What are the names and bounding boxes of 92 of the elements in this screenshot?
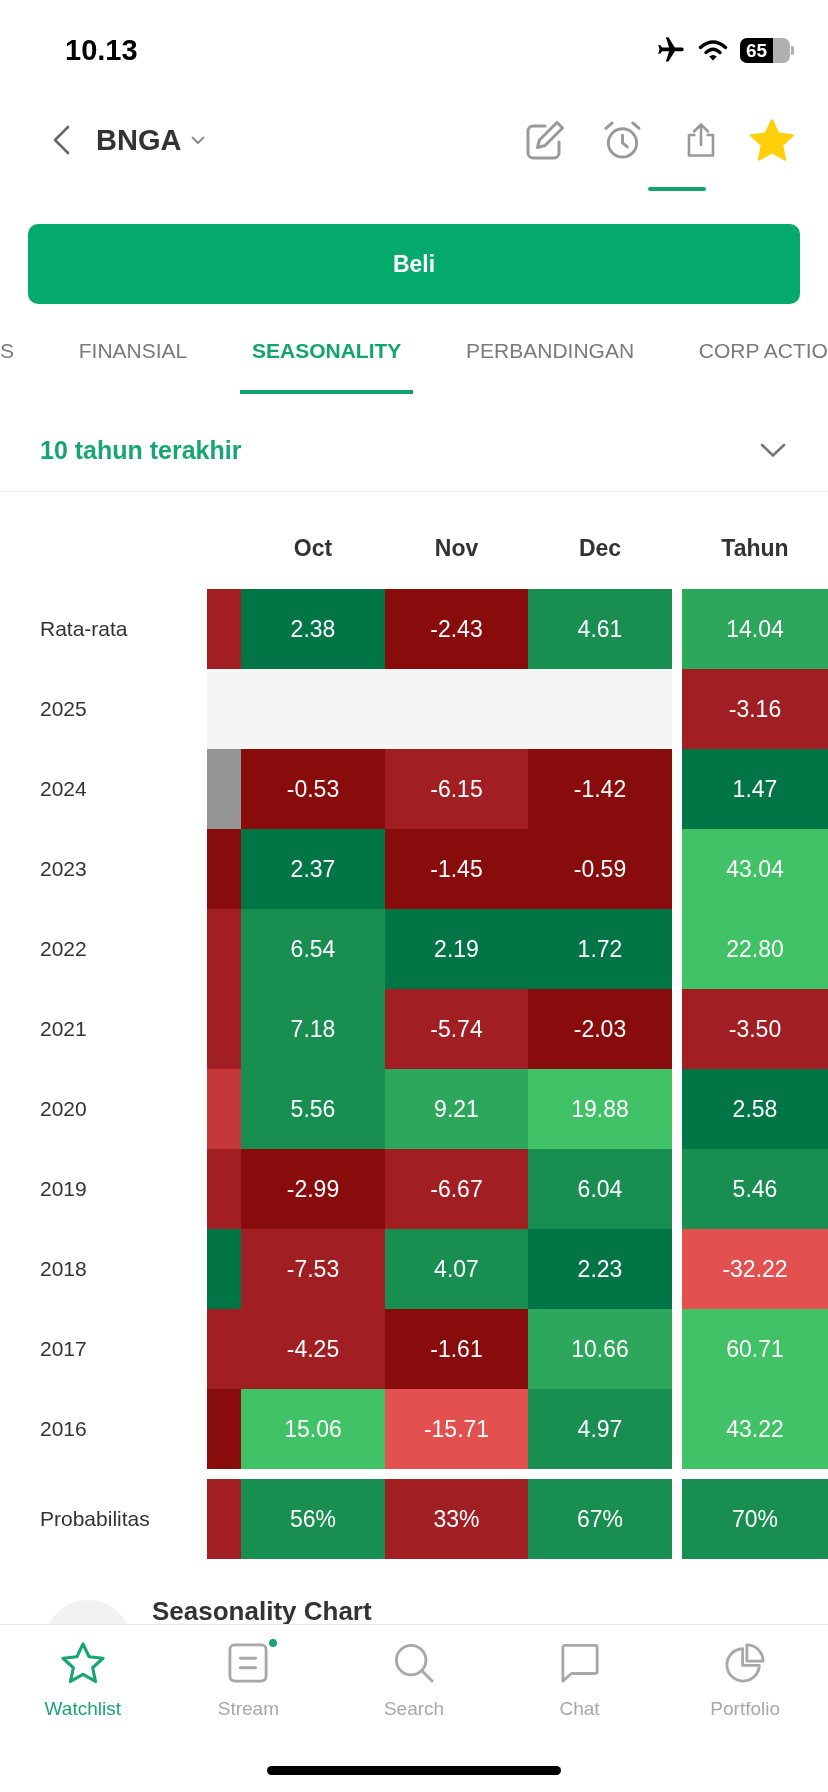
column-header: Nov (434, 534, 479, 564)
alarm-clock-icon[interactable] (603, 120, 642, 160)
row-label: 2024 (40, 776, 87, 803)
indicator-bar (648, 187, 706, 191)
table-cell: -0.59 (528, 829, 672, 909)
table-cell: 22.80 (682, 909, 828, 989)
table-cell: 14.04 (682, 589, 828, 669)
search-icon (394, 1643, 434, 1683)
table-cell: 4.07 (385, 1229, 528, 1309)
row-label: 2018 (40, 1256, 87, 1283)
table-cell: -5.74 (385, 989, 528, 1069)
table-cell: -1.42 (528, 749, 672, 829)
table-cell: 5.46 (682, 1149, 828, 1229)
chevron-down-icon (760, 443, 786, 458)
table-cell: 70% (682, 1479, 828, 1559)
status-time: 10.13 (65, 35, 138, 65)
section-heading: Seasonality Chart (152, 1598, 372, 1624)
table-cell: 2.58 (682, 1069, 828, 1149)
table-cell: 2.23 (528, 1229, 672, 1309)
row-label: 2017 (40, 1336, 87, 1363)
table-cell: 2.37 (241, 829, 385, 909)
airplane-icon (656, 36, 686, 64)
caret-icon (191, 135, 206, 145)
table-cell: 19.88 (528, 1069, 672, 1149)
table-cell: -6.67 (385, 1149, 528, 1229)
table-cell: 7.18 (241, 989, 385, 1069)
table-cell: 4.97 (528, 1389, 672, 1469)
symbol-selector[interactable]: BNGA (96, 125, 206, 155)
table-cell: 2.19 (385, 909, 528, 989)
nav-tab[interactable]: Search (331, 1642, 497, 1721)
tab[interactable]: SEASONALITY (240, 304, 414, 394)
battery-indicator: 65 (740, 37, 794, 63)
table-cell: 4.61 (528, 589, 672, 669)
row-label: 2025 (40, 696, 87, 723)
tab[interactable]: PERBANDINGAN (454, 304, 647, 394)
back-icon[interactable] (52, 125, 70, 155)
document-icon (228, 1643, 269, 1683)
share-icon[interactable] (686, 122, 716, 158)
row-label: 2016 (40, 1416, 87, 1443)
row-label: Probabilitas (40, 1506, 150, 1533)
tab[interactable]: S (0, 304, 26, 394)
table-cell: 43.22 (682, 1389, 828, 1469)
table-cell: -6.15 (385, 749, 528, 829)
period-dropdown[interactable]: 10 tahun terakhir (0, 410, 828, 491)
row-label: 2019 (40, 1176, 87, 1203)
column-header: Oct (293, 534, 333, 564)
table-cell: 33% (385, 1479, 528, 1559)
buy-button[interactable]: Beli (28, 224, 800, 304)
table-cell: 1.47 (682, 749, 828, 829)
table-cell: 1.72 (528, 909, 672, 989)
table-cell: -2.43 (385, 589, 528, 669)
table-cell: 2.38 (241, 589, 385, 669)
edit-icon[interactable] (525, 120, 565, 160)
table-cell: 10.66 (528, 1309, 672, 1389)
row-label: 2020 (40, 1096, 87, 1123)
table-cell: -7.53 (241, 1229, 385, 1309)
row-label: 2021 (40, 1016, 87, 1043)
column-header: Dec (578, 534, 622, 564)
star-icon (60, 1642, 105, 1684)
pie-chart-icon (725, 1643, 766, 1683)
row-label: Rata-rata (40, 616, 128, 643)
table-cell: 43.04 (682, 829, 828, 909)
nav-tab[interactable]: Portfolio (662, 1642, 828, 1721)
tab[interactable]: FINANSIAL (66, 304, 200, 394)
wifi-icon (698, 39, 728, 61)
table-cell: -32.22 (682, 1229, 828, 1309)
table-cell: -1.61 (385, 1309, 528, 1389)
table-cell: -15.71 (385, 1389, 528, 1469)
table-cell: 6.04 (528, 1149, 672, 1229)
star-icon[interactable] (750, 119, 794, 161)
row-label: 2022 (40, 936, 87, 963)
chat-bubble-icon (559, 1643, 600, 1683)
table-cell: -2.03 (528, 989, 672, 1069)
table-cell: -3.16 (682, 669, 828, 749)
table-cell: 56% (241, 1479, 385, 1559)
table-cell: 9.21 (385, 1069, 528, 1149)
table-cell: -1.45 (385, 829, 528, 909)
tab[interactable]: CORP ACTIO (686, 304, 828, 394)
table-cell: 6.54 (241, 909, 385, 989)
table-cell: 67% (528, 1479, 672, 1559)
table-cell: 15.06 (241, 1389, 385, 1469)
table-cell: -4.25 (241, 1309, 385, 1389)
nav-tab[interactable]: Watchlist (0, 1642, 166, 1721)
row-label: 2023 (40, 856, 87, 883)
nav-tab[interactable]: Stream (165, 1642, 332, 1721)
table-cell: -3.50 (682, 989, 828, 1069)
table-cell: -0.53 (241, 749, 385, 829)
column-header: Tahun (721, 534, 789, 564)
table-cell: -2.99 (241, 1149, 385, 1229)
nav-tab[interactable]: Chat (496, 1642, 663, 1721)
table-cell: 60.71 (682, 1309, 828, 1389)
table-cell: 5.56 (241, 1069, 385, 1149)
